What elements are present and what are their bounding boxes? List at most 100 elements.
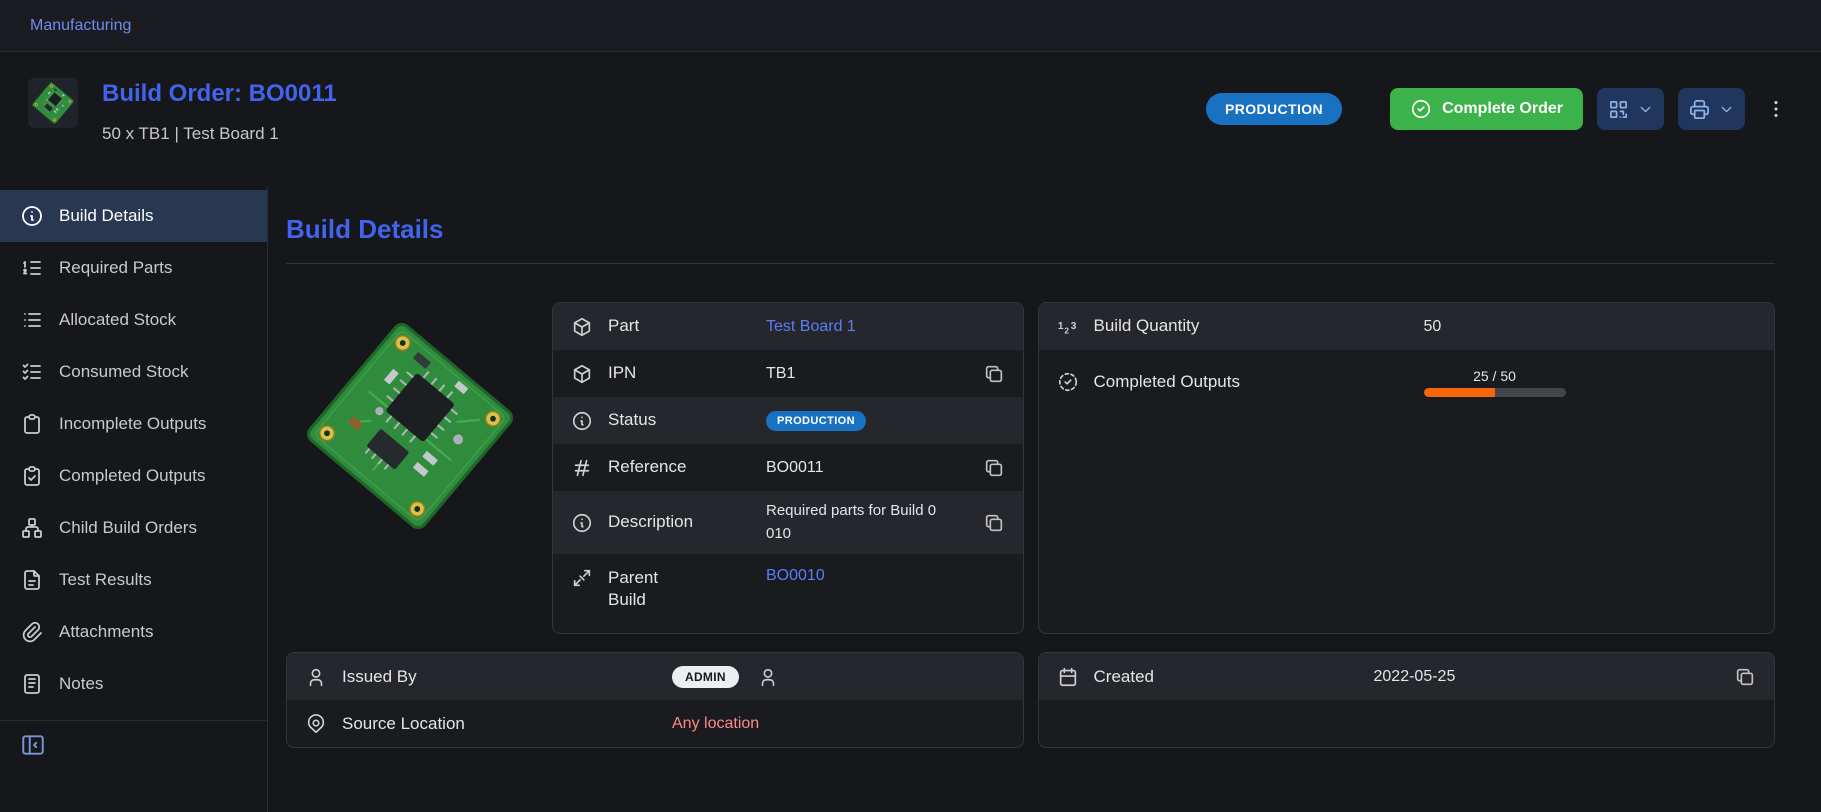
sidebar-item-required-parts[interactable]: Required Parts — [0, 242, 267, 294]
main-content: Build Details Part Test Board 1 — [268, 186, 1821, 812]
test-report-icon — [20, 568, 44, 592]
table-row-parent-build: Parent Build BO0010 — [553, 554, 1023, 633]
completed-outputs-progress: 25 / 50 — [1424, 368, 1566, 397]
row-issued-by: Issued By ADMIN — [287, 653, 1023, 700]
qr-code-icon — [1607, 98, 1630, 121]
page-title: Build Order: BO0011 — [102, 80, 337, 108]
created-panel: Created 2022-05-25 — [1038, 652, 1776, 748]
breadcrumb-manufacturing[interactable]: Manufacturing — [30, 17, 131, 35]
print-actions-button[interactable] — [1678, 88, 1745, 130]
sidebar-item-child-build-orders[interactable]: Child Build Orders — [0, 502, 267, 554]
copy-button[interactable] — [983, 363, 1005, 385]
copy-icon — [1734, 666, 1756, 688]
sidebar-item-label: Completed Outputs — [59, 466, 205, 486]
copy-button[interactable] — [983, 512, 1005, 534]
clipboard-check-icon — [20, 464, 44, 488]
sidebar-item-label: Consumed Stock — [59, 362, 188, 382]
section-title: Build Details — [286, 214, 1775, 245]
sidebar-item-incomplete-outputs[interactable]: Incomplete Outputs — [0, 398, 267, 450]
sidebar-item-label: Required Parts — [59, 258, 172, 278]
table-row-description: Description Required parts for Build 001… — [553, 491, 1023, 554]
row-value: 2022-05-25 — [1374, 668, 1456, 686]
row-build-quantity: 1 2 3 Build Quantity 50 — [1039, 303, 1775, 350]
row-label: Created — [1094, 666, 1374, 688]
collapse-sidebar-button[interactable] — [20, 732, 46, 758]
hash-icon — [571, 457, 593, 479]
row-label: Issued By — [342, 666, 672, 688]
row-value: BO0011 — [766, 459, 824, 477]
svg-text:1: 1 — [1057, 320, 1063, 331]
map-pin-icon — [305, 713, 327, 735]
row-label: Description — [608, 511, 766, 533]
pcb-thumbnail-image — [28, 78, 78, 128]
printer-icon — [1688, 98, 1711, 121]
sidebar-footer — [0, 720, 267, 774]
sitemap-icon — [20, 516, 44, 540]
part-image[interactable] — [286, 302, 534, 550]
row-value: 50 — [1424, 318, 1442, 336]
user-icon — [757, 666, 779, 688]
info-circle-icon — [571, 512, 593, 534]
app-root: Manufacturing Build Order: BO0011 50 x T… — [0, 0, 1821, 812]
copy-button[interactable] — [1734, 666, 1756, 688]
table-row-part: Part Test Board 1 — [553, 303, 1023, 350]
row-label: Status — [608, 409, 766, 431]
chevron-down-icon — [1637, 101, 1654, 118]
progress-label: 25 / 50 — [1424, 368, 1566, 384]
copy-icon — [983, 363, 1005, 385]
row-label: IPN — [608, 362, 766, 384]
admin-badge: ADMIN — [672, 666, 739, 688]
list-check-icon — [20, 360, 44, 384]
progress-fill — [1424, 388, 1495, 397]
row-value: TB1 — [766, 365, 795, 383]
sidebar-item-label: Allocated Stock — [59, 310, 176, 330]
box-icon — [571, 316, 593, 338]
sidebar-item-consumed-stock[interactable]: Consumed Stock — [0, 346, 267, 398]
sidebar-item-label: Test Results — [59, 570, 152, 590]
source-location-value: Any location — [672, 715, 759, 733]
row-source-location: Source Location Any location — [287, 700, 1023, 747]
row-label: Part — [608, 315, 766, 337]
page-header: Build Order: BO0011 50 x TB1 | Test Boar… — [0, 52, 1821, 186]
sidebar-item-attachments[interactable]: Attachments — [0, 606, 267, 658]
info-circle-icon — [20, 204, 44, 228]
chevron-down-icon — [1718, 101, 1735, 118]
header-actions: PRODUCTION Complete Order — [1206, 88, 1791, 130]
table-row-reference: Reference BO0011 — [553, 444, 1023, 491]
section-divider — [286, 263, 1775, 264]
clipboard-icon — [20, 412, 44, 436]
complete-order-button[interactable]: Complete Order — [1390, 88, 1583, 130]
status-badge: PRODUCTION — [766, 411, 866, 431]
row-label: Reference — [608, 456, 766, 478]
list-numbers-icon — [20, 256, 44, 280]
header-left: Build Order: BO0011 50 x TB1 | Test Boar… — [28, 72, 337, 144]
copy-button[interactable] — [983, 457, 1005, 479]
status-badge: PRODUCTION — [1206, 93, 1342, 125]
sidebar-item-label: Build Details — [59, 206, 154, 226]
sidebar-item-label: Incomplete Outputs — [59, 414, 206, 434]
sidebar-item-completed-outputs[interactable]: Completed Outputs — [0, 450, 267, 502]
sidebar-item-label: Notes — [59, 674, 103, 694]
paperclip-icon — [20, 620, 44, 644]
user-icon — [305, 666, 327, 688]
title-block: Build Order: BO0011 50 x TB1 | Test Boar… — [102, 72, 337, 144]
sidebar-collapse-icon — [20, 732, 46, 758]
sidebar-item-test-results[interactable]: Test Results — [0, 554, 267, 606]
quantity-panel: 1 2 3 Build Quantity 50 Completed Output… — [1038, 302, 1776, 634]
pcb-image-art — [286, 302, 534, 550]
sidebar-item-build-details[interactable]: Build Details — [0, 190, 267, 242]
row-completed-outputs: Completed Outputs 25 / 50 — [1039, 350, 1775, 414]
sidebar-item-notes[interactable]: Notes — [0, 658, 267, 710]
barcode-actions-button[interactable] — [1597, 88, 1664, 130]
table-row-ipn: IPN TB1 — [553, 350, 1023, 397]
page-subtitle: 50 x TB1 | Test Board 1 — [102, 124, 337, 144]
issue-panel: Issued By ADMIN Source Location Any loca… — [286, 652, 1024, 748]
dots-vertical-icon — [1765, 98, 1787, 120]
part-link[interactable]: Test Board 1 — [766, 318, 856, 336]
more-actions-button[interactable] — [1761, 88, 1791, 130]
part-thumbnail[interactable] — [28, 78, 78, 128]
sidebar-item-allocated-stock[interactable]: Allocated Stock — [0, 294, 267, 346]
row-label: Source Location — [342, 713, 672, 735]
numbers-123-icon: 1 2 3 — [1057, 316, 1079, 338]
parent-build-link[interactable]: BO0010 — [766, 567, 825, 585]
